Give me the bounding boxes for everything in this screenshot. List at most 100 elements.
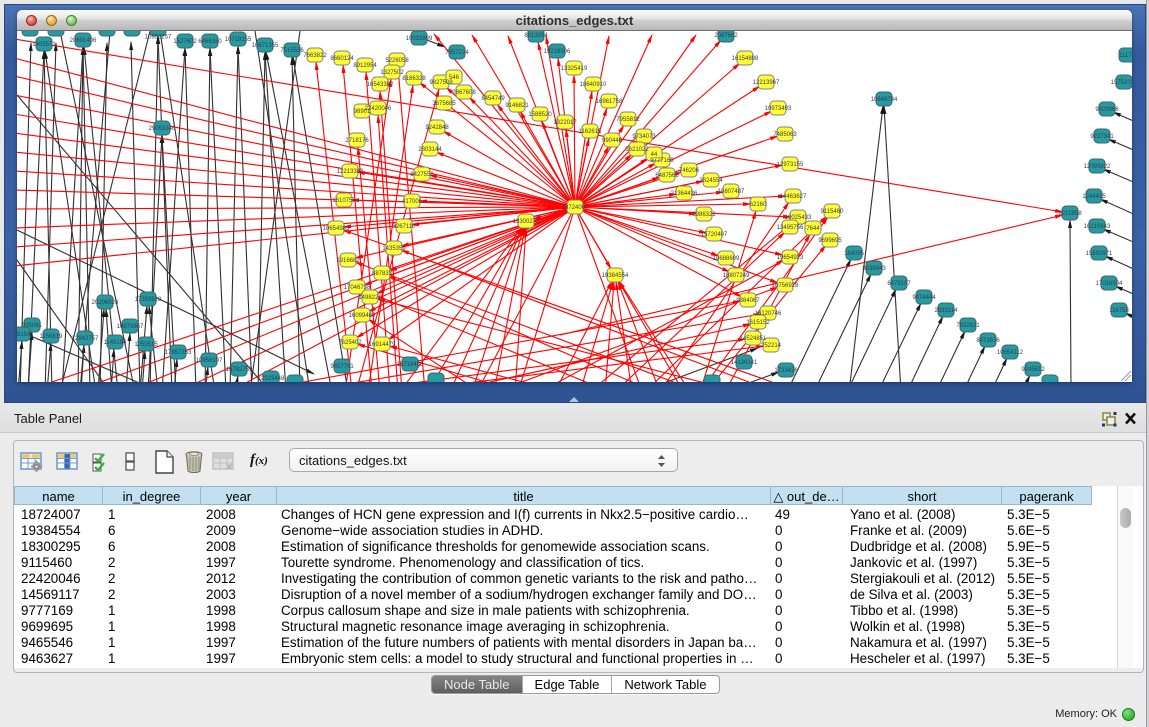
- svg-text:10807487: 10807487: [718, 189, 745, 195]
- svg-text:15718485: 15718485: [397, 362, 424, 368]
- svg-text:1615152: 1615152: [746, 320, 770, 326]
- svg-text:252214: 252214: [761, 343, 782, 349]
- svg-text:1244415: 1244415: [1082, 194, 1106, 200]
- svg-text:11174: 11174: [1119, 53, 1132, 59]
- svg-text:990448: 990448: [602, 138, 623, 144]
- svg-text:16961758: 16961758: [596, 99, 623, 105]
- svg-text:98901: 98901: [354, 109, 371, 115]
- svg-text:20206526: 20206526: [92, 300, 119, 306]
- svg-text:39154: 39154: [17, 332, 31, 338]
- svg-text:9384067: 9384067: [736, 298, 760, 304]
- svg-text:164095: 164095: [844, 251, 865, 257]
- svg-text:10654983: 10654983: [323, 226, 350, 232]
- svg-text:2803144: 2803144: [418, 147, 442, 153]
- svg-text:8813054: 8813054: [524, 33, 548, 39]
- svg-text:887833: 887833: [372, 271, 393, 277]
- svg-text:10958107: 10958107: [196, 358, 223, 364]
- svg-text:16154808: 16154808: [732, 56, 759, 62]
- svg-text:19384554: 19384554: [602, 273, 629, 279]
- svg-text:8215958: 8215958: [1058, 211, 1082, 217]
- svg-text:44: 44: [651, 152, 658, 158]
- svg-text:9777169: 9777169: [650, 158, 674, 164]
- svg-text:8454749: 8454749: [481, 96, 505, 102]
- svg-text:19654923: 19654923: [777, 255, 804, 261]
- svg-text:16210643: 16210643: [1084, 224, 1111, 230]
- svg-text:10975867: 10975867: [117, 324, 144, 330]
- svg-text:1156819: 1156819: [40, 334, 64, 340]
- svg-text:9245612: 9245612: [1021, 367, 1045, 373]
- svg-text:12973155: 12973155: [777, 162, 804, 168]
- svg-text:935061: 935061: [22, 323, 43, 329]
- svg-text:9227341: 9227341: [1090, 134, 1114, 140]
- svg-text:1145194: 1145194: [104, 340, 128, 346]
- svg-text:9734073: 9734073: [632, 134, 656, 140]
- svg-text:8912954: 8912954: [353, 63, 377, 69]
- svg-text:1250515: 1250515: [134, 342, 158, 348]
- svg-text:13325419: 13325419: [561, 66, 588, 72]
- svg-text:16782759: 16782759: [226, 367, 253, 373]
- svg-text:9474444: 9474444: [912, 295, 936, 301]
- svg-text:16120746: 16120746: [755, 311, 782, 317]
- svg-text:1162615: 1162615: [579, 129, 603, 135]
- svg-text:9115460: 9115460: [821, 209, 845, 215]
- svg-text:13495756: 13495756: [777, 225, 804, 231]
- svg-text:8660124: 8660124: [330, 56, 354, 62]
- svg-text:1435359: 1435359: [382, 246, 406, 252]
- svg-text:10756928: 10756928: [772, 283, 799, 289]
- svg-text:417006: 417006: [402, 199, 423, 205]
- svg-text:10973493: 10973493: [765, 106, 792, 112]
- svg-text:12923448: 12923448: [258, 376, 285, 382]
- svg-text:10719155: 10719155: [225, 37, 252, 43]
- svg-text:14136141: 14136141: [731, 360, 758, 366]
- svg-text:19218506: 19218506: [544, 49, 571, 55]
- svg-text:2718176: 2718176: [345, 138, 369, 144]
- svg-text:2933114: 2933114: [935, 308, 959, 314]
- svg-text:3675685: 3675685: [432, 101, 456, 107]
- svg-text:6466160: 6466160: [198, 39, 222, 45]
- svg-text:18640910: 18640910: [580, 82, 607, 88]
- svg-text:14463627: 14463627: [780, 194, 807, 200]
- svg-text:1733426: 1733426: [774, 368, 798, 374]
- svg-text:14524851: 14524851: [740, 336, 767, 342]
- svg-text:12093822: 12093822: [1084, 164, 1111, 170]
- svg-text:10033809: 10033809: [406, 36, 433, 42]
- svg-text:9857791: 9857791: [330, 364, 354, 370]
- svg-text:7644: 7644: [806, 226, 820, 232]
- svg-text:8427552: 8427552: [410, 172, 434, 178]
- svg-text:17359918: 17359918: [135, 297, 162, 303]
- svg-text:546: 546: [449, 75, 460, 81]
- svg-text:1916682: 1916682: [336, 258, 360, 264]
- svg-text:3824554: 3824554: [699, 178, 723, 184]
- svg-text:18724007: 18724007: [562, 205, 589, 211]
- svg-text:1610755: 1610755: [332, 198, 356, 204]
- svg-text:3267110: 3267110: [393, 224, 417, 230]
- svg-text:10025433: 10025433: [785, 215, 812, 221]
- svg-text:8186328: 8186328: [402, 76, 426, 82]
- svg-text:2986322: 2986322: [692, 212, 716, 218]
- svg-text:2087662: 2087662: [714, 33, 738, 39]
- svg-text:13300273: 13300273: [513, 219, 540, 225]
- svg-text:7625402: 7625402: [338, 340, 362, 346]
- svg-text:746206: 746206: [679, 168, 700, 174]
- svg-text:1327502: 1327502: [380, 70, 404, 76]
- svg-text:20691406: 20691406: [70, 38, 97, 44]
- svg-text:5226058: 5226058: [385, 58, 409, 64]
- svg-text:9242848: 9242848: [425, 125, 449, 131]
- svg-text:116753: 116753: [1109, 308, 1129, 314]
- svg-text:17957253: 17957253: [165, 350, 192, 356]
- svg-text:15692971: 15692971: [1086, 251, 1113, 257]
- svg-text:15751074: 15751074: [1111, 80, 1132, 86]
- svg-text:16099489: 16099489: [349, 313, 376, 319]
- svg-text:9699695: 9699695: [818, 238, 842, 244]
- svg-text:1498222: 1498222: [358, 295, 382, 301]
- svg-text:7515526: 7515526: [280, 48, 304, 54]
- svg-text:18807249: 18807249: [723, 273, 750, 279]
- svg-text:17016504: 17016504: [1096, 281, 1123, 287]
- svg-text:9329966: 9329966: [1095, 107, 1119, 113]
- svg-text:15720407: 15720407: [701, 232, 728, 238]
- svg-text:12942757: 12942757: [72, 336, 99, 342]
- svg-text:10654112: 10654112: [997, 350, 1024, 356]
- svg-text:10653257: 10653257: [145, 35, 172, 41]
- svg-text:7357224: 7357224: [445, 50, 469, 56]
- svg-text:6487565: 6487565: [655, 173, 679, 179]
